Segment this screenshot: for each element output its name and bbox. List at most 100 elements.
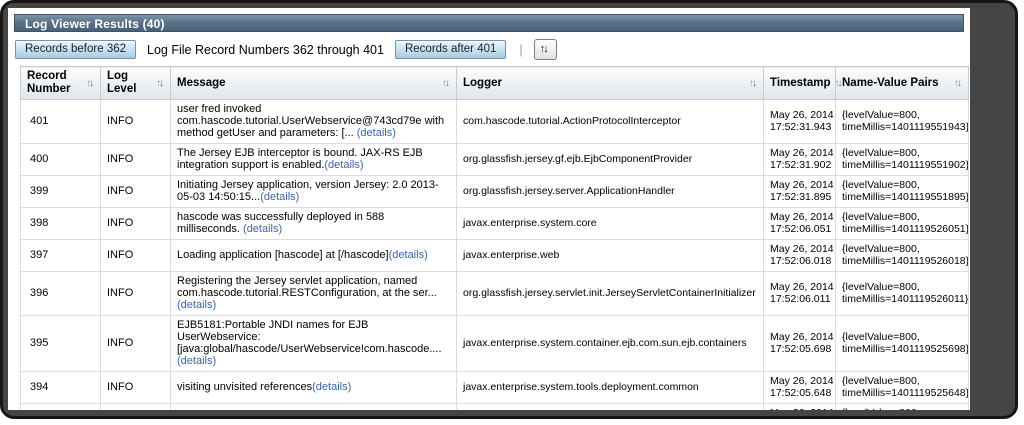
log-level-cell: INFO bbox=[100, 239, 171, 272]
timestamp-cell: May 26, 2014 17:52:06.051 bbox=[763, 207, 836, 240]
window-frame: Log Viewer Results (40) Records before 3… bbox=[0, 0, 1018, 419]
logger-cell: javax.enterprise.system.tools.deployment… bbox=[456, 403, 764, 410]
column-header-logger: Logger ↑↓ bbox=[456, 66, 764, 100]
logger-cell: javax.enterprise.web bbox=[456, 239, 764, 272]
message-cell: user fred invoked com.hascode.tutorial.U… bbox=[170, 99, 457, 144]
record-number-cell: 401 bbox=[20, 99, 101, 144]
timestamp-cell: May 26, 2014 17:52:31.895 bbox=[763, 175, 836, 208]
timestamp-cell: May 26, 2014 17:52:06.011 bbox=[763, 271, 836, 316]
details-link[interactable]: (details) bbox=[260, 191, 299, 203]
column-header-message: Message ↑↓ bbox=[170, 66, 457, 100]
sort-icon-logger[interactable]: ↑↓ bbox=[749, 78, 757, 89]
log-row: 400 INFO The Jersey EJB interceptor is b… bbox=[20, 143, 969, 176]
message-text: user fred invoked com.hascode.tutorial.U… bbox=[177, 103, 445, 139]
column-header-record-number: Record Number ↑↓ bbox=[20, 66, 101, 100]
name-value-pairs-cell: {levelValue=800, timeMillis=140111952605… bbox=[835, 207, 969, 240]
message-cell: Initiating Jersey application, version J… bbox=[170, 175, 457, 208]
arrow-down-icon: ↓ bbox=[957, 77, 962, 89]
details-link[interactable]: (details) bbox=[312, 381, 351, 393]
message-text: EJB5181:Portable JNDI names for EJB User… bbox=[177, 319, 442, 355]
log-level-cell: INFO bbox=[100, 99, 171, 144]
log-row: 401 INFO user fred invoked com.hascode.t… bbox=[20, 99, 969, 144]
record-number-cell: 398 bbox=[20, 207, 101, 240]
column-header-timestamp: Timestamp ↑↓ bbox=[763, 66, 843, 100]
timestamp-header-label: Timestamp bbox=[770, 76, 831, 89]
pager-toolbar: Records before 362 Log File Record Numbe… bbox=[8, 32, 970, 66]
message-text: Registering the Jersey servlet applicati… bbox=[177, 275, 437, 299]
timestamp-cell: May 26, 2014 17:52:31.902 bbox=[763, 143, 836, 176]
message-cell: Loading application [hascode] at [/hasco… bbox=[170, 239, 457, 272]
sort-icon-log-level[interactable]: ↑↓ bbox=[156, 78, 164, 89]
logger-cell: org.glassfish.jersey.servlet.init.Jersey… bbox=[456, 271, 764, 316]
name-value-pairs-cell: {levelValue=800, timeMillis=140111952564… bbox=[835, 403, 969, 410]
sort-icon-name-value-pairs[interactable]: ↑↓ bbox=[954, 78, 962, 89]
toolbar-divider: | bbox=[519, 42, 523, 57]
log-level-cell: INFO bbox=[100, 175, 171, 208]
name-value-pairs-cell: {levelValue=800, timeMillis=140111955190… bbox=[835, 143, 969, 176]
message-cell: Registering the Jersey servlet applicati… bbox=[170, 271, 457, 316]
sort-preferences-button[interactable]: ↑↓ bbox=[533, 39, 557, 60]
record-number-cell: 393 bbox=[20, 403, 101, 410]
record-number-cell: 397 bbox=[20, 239, 101, 272]
log-level-cell: INFO bbox=[100, 371, 171, 404]
name-value-pairs-cell: {levelValue=800, timeMillis=140111952601… bbox=[835, 271, 969, 316]
log-level-cell: INFO bbox=[100, 403, 171, 410]
message-text: Loading application [hascode] at [/hasco… bbox=[177, 249, 389, 261]
sort-icon-record-number[interactable]: ↑↓ bbox=[86, 78, 94, 89]
message-cell: EJB5181:Portable JNDI names for EJB User… bbox=[170, 315, 457, 372]
name-value-pairs-cell: {levelValue=800, timeMillis=140111955189… bbox=[835, 175, 969, 208]
message-text: Initiating Jersey application, version J… bbox=[177, 179, 439, 203]
details-link[interactable]: (details) bbox=[324, 159, 363, 171]
sort-icon-message[interactable]: ↑↓ bbox=[442, 78, 450, 89]
log-table-body: 401 INFO user fred invoked com.hascode.t… bbox=[20, 99, 969, 410]
table-header-row: Record Number ↑↓ Log Level ↑↓ Message ↑↓ Lo… bbox=[20, 66, 969, 100]
record-number-cell: 400 bbox=[20, 143, 101, 176]
timestamp-cell: May 26, 2014 17:52:05.648 bbox=[763, 371, 836, 404]
arrow-down-icon: ↓ bbox=[159, 77, 164, 89]
details-link[interactable]: (details) bbox=[243, 223, 282, 235]
panel-title-bar: Log Viewer Results (40) bbox=[14, 14, 964, 32]
record-number-cell: 394 bbox=[20, 371, 101, 404]
records-before-button[interactable]: Records before 362 bbox=[15, 40, 137, 59]
log-row: 399 INFO Initiating Jersey application, … bbox=[20, 175, 969, 208]
record-number-cell: 396 bbox=[20, 271, 101, 316]
logger-cell: com.hascode.tutorial.ActionProtocolInter… bbox=[456, 99, 764, 144]
log-row: 397 INFO Loading application [hascode] a… bbox=[20, 239, 969, 272]
message-cell: hascode was successfully deployed in 588… bbox=[170, 207, 457, 240]
log-row: 395 INFO EJB5181:Portable JNDI names for… bbox=[20, 315, 969, 372]
name-value-pairs-header-label: Name-Value Pairs bbox=[842, 76, 939, 89]
column-header-log-level: Log Level ↑↓ bbox=[100, 66, 171, 100]
message-cell: The Jersey EJB interceptor is bound. JAX… bbox=[170, 143, 457, 176]
details-link[interactable]: (details) bbox=[389, 249, 428, 261]
details-link[interactable]: (details) bbox=[357, 127, 396, 139]
page-title: Log Viewer Results (40) bbox=[25, 17, 165, 31]
log-level-cell: INFO bbox=[100, 271, 171, 316]
record-number-cell: 399 bbox=[20, 175, 101, 208]
arrow-down-icon: ↓ bbox=[837, 77, 843, 89]
log-row: 394 INFO visiting unvisited references(d… bbox=[20, 371, 969, 404]
message-cell: visiting unvisited references(details) bbox=[170, 371, 457, 404]
records-after-button[interactable]: Records after 401 bbox=[394, 40, 507, 59]
timestamp-cell: May 26, 2014 17:52:05.698 bbox=[763, 315, 836, 372]
timestamp-cell: May 26, 2014 17:52:05.646 bbox=[763, 403, 836, 410]
log-level-cell: INFO bbox=[100, 315, 171, 372]
log-row: 396 INFO Registering the Jersey servlet … bbox=[20, 271, 969, 316]
record-number-header-label: Record Number bbox=[27, 70, 71, 95]
log-level-header-label: Log Level bbox=[107, 70, 137, 95]
message-cell: visiting unvisited references(details) bbox=[170, 403, 457, 410]
message-header-label: Message bbox=[177, 76, 226, 89]
details-link[interactable]: (details) bbox=[177, 355, 216, 367]
logger-cell: javax.enterprise.system.core bbox=[456, 207, 764, 240]
name-value-pairs-cell: {levelValue=800, timeMillis=140111952569… bbox=[835, 315, 969, 372]
timestamp-cell: May 26, 2014 17:52:06.018 bbox=[763, 239, 836, 272]
timestamp-cell: May 26, 2014 17:52:31.943 bbox=[763, 99, 836, 144]
column-header-name-value-pairs: Name-Value Pairs ↑↓ bbox=[835, 66, 969, 100]
details-link[interactable]: (details) bbox=[177, 299, 216, 311]
record-range-text: Log File Record Numbers 362 through 401 bbox=[147, 42, 384, 57]
logger-header-label: Logger bbox=[463, 76, 502, 89]
message-text: visiting unvisited references bbox=[177, 381, 313, 393]
log-row: 398 INFO hascode was successfully deploy… bbox=[20, 207, 969, 240]
arrow-down-icon: ↓ bbox=[752, 77, 757, 89]
logger-cell: org.glassfish.jersey.gf.ejb.EjbComponent… bbox=[456, 143, 764, 176]
log-level-cell: INFO bbox=[100, 143, 171, 176]
